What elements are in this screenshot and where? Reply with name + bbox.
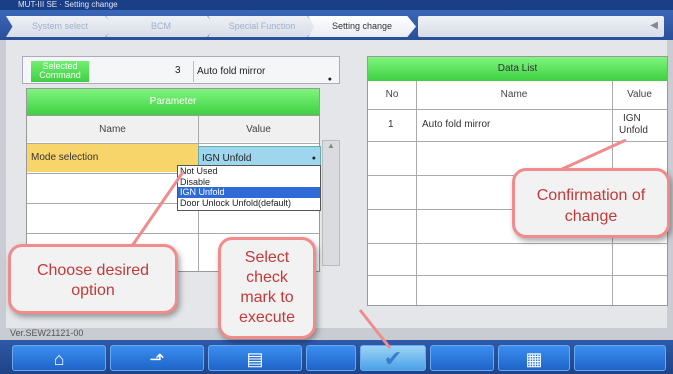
back-arrow-icon: ⬏ [149, 349, 165, 369]
home-icon: ⌂ [53, 349, 65, 369]
selected-command-text: Auto fold mirror [197, 66, 266, 77]
empty-button[interactable] [306, 345, 356, 371]
selected-command-bar[interactable]: Selected Command 3 Auto fold mirror ● [22, 56, 340, 84]
breadcrumb-tabs: System select BCM Special Function Setti… [0, 10, 673, 40]
parameter-title: Parameter [27, 89, 319, 115]
tab-setting-change[interactable]: Setting change [308, 16, 416, 37]
empty-button[interactable] [574, 345, 666, 371]
version-label: Ver.SEW21121-00 [10, 328, 84, 338]
column-divider [416, 81, 417, 305]
row-divider [368, 243, 667, 244]
book-icon: ▤ [246, 349, 264, 369]
parameter-col-value: Value [198, 115, 319, 142]
scroll-up-icon[interactable]: ▲ [323, 141, 339, 155]
callout-confirm-line2: change [564, 208, 618, 225]
callout-confirmation: Confirmation of change [512, 168, 670, 238]
selected-command-number: 3 [175, 65, 181, 76]
tab-system-select[interactable]: System select [6, 16, 114, 37]
data-list-row-name: Auto fold mirror [422, 119, 491, 130]
book-button[interactable]: ▤ [208, 345, 302, 371]
nav-arrow-icon[interactable]: ◀ [650, 20, 658, 31]
dropdown-option[interactable]: Not Used [178, 166, 320, 177]
window-title: MUT-III SE · Setting change [0, 0, 673, 10]
callout-confirm-line1: Confirmation of [536, 187, 646, 204]
callout-select-line2: check [246, 269, 288, 286]
row-divider [368, 141, 667, 142]
parameter-col-name: Name [27, 115, 198, 142]
mode-selection-value: IGN Unfold [202, 153, 252, 164]
data-list-button[interactable]: ▦ [498, 345, 570, 371]
check-mark-icon: ✔ [383, 346, 403, 371]
execute-check-button[interactable]: ✔ [360, 345, 426, 371]
data-list-row-value-1: IGN [623, 113, 641, 124]
callout-choose-line1: Choose desired [36, 262, 150, 279]
selected-command-value[interactable]: Auto fold mirror ● [193, 61, 338, 83]
callout-choose-line2: option [71, 282, 115, 299]
parameter-scrollbar[interactable]: ▲ [322, 140, 340, 266]
data-list-row-no: 1 [388, 119, 394, 130]
callout-select-check: Select check mark to execute [218, 237, 316, 339]
dropdown-option-selected[interactable]: IGN Unfold [178, 187, 320, 198]
callout-select-line4: execute [238, 309, 296, 326]
callout-select-line1: Select [244, 249, 290, 266]
back-button[interactable]: ⬏ [110, 345, 204, 371]
row-divider [368, 109, 667, 110]
tab-special-function[interactable]: Special Function [208, 16, 316, 37]
tab-bar-end: ◀ [418, 16, 664, 37]
data-list-col-name: Name [500, 89, 528, 100]
dropdown-option[interactable]: Disable [178, 177, 320, 188]
row-divider [368, 275, 667, 276]
empty-button[interactable] [430, 345, 494, 371]
callout-select-line3: mark to [240, 289, 294, 306]
mode-selection-name[interactable]: Mode selection [27, 144, 198, 172]
data-list-title: Data List [368, 57, 667, 81]
home-button[interactable]: ⌂ [12, 345, 106, 371]
dropdown-option[interactable]: Door Unlock Unfold(default) [178, 198, 320, 209]
data-list-col-value: Value [627, 89, 652, 100]
row-divider [27, 233, 319, 234]
bottom-toolbar: ⌂ ⬏ ▤ ✔ ▦ [0, 340, 673, 374]
mode-dropdown-list[interactable]: Not Used Disable IGN Unfold Door Unlock … [177, 165, 321, 211]
tab-bcm[interactable]: BCM [106, 16, 216, 37]
chevron-down-icon: ● [327, 76, 332, 83]
data-list-icon: ▦ [525, 349, 543, 369]
data-list-row-value-2: Unfold [619, 125, 648, 136]
data-list-col-no: No [385, 89, 399, 100]
callout-choose-option: Choose desired option [8, 244, 178, 314]
selected-command-label: Selected Command [31, 61, 89, 82]
